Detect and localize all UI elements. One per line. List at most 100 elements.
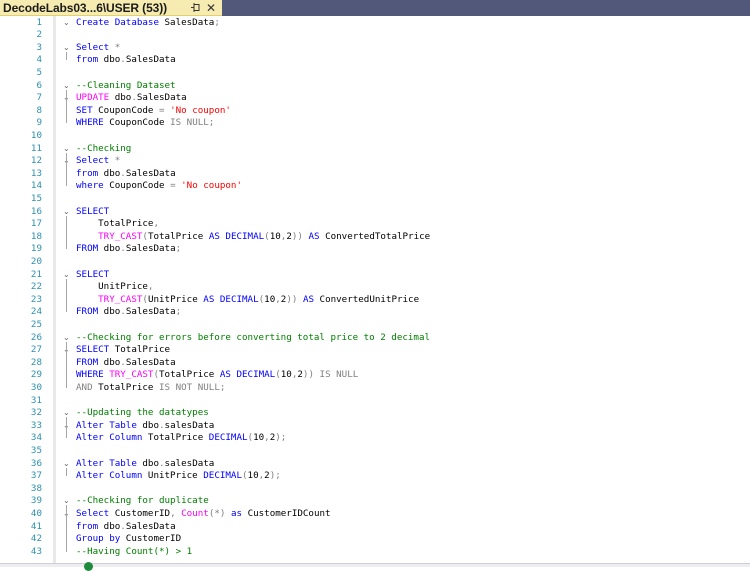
close-icon[interactable]: ✕ <box>206 0 216 16</box>
line-number: 25 <box>30 318 42 330</box>
code-text: UPDATE dbo.SalesData <box>76 92 187 104</box>
code-line[interactable]: 4 from dbo.SalesData <box>0 54 750 67</box>
collapse-icon[interactable]: ⌄ <box>63 509 71 518</box>
code-line[interactable]: 29 WHERE TRY_CAST(TotalPrice AS DECIMAL(1… <box>0 369 750 382</box>
document-tab-strip: DecodeLabs03...6\USER (53)) ✕ <box>0 0 750 16</box>
collapse-icon[interactable]: ⌄ <box>63 270 71 279</box>
code-line[interactable]: 1 ⌄ Create Database SalesData; <box>0 17 750 30</box>
query-editor[interactable]: 1 ⌄ Create Database SalesData; 2 3 ⌄ Select * 4… <box>0 16 750 563</box>
line-number: 13 <box>30 167 42 179</box>
code-line[interactable]: 41 from dbo.SalesData <box>0 521 750 534</box>
collapse-icon[interactable]: ⌄ <box>63 497 71 505</box>
collapse-icon[interactable]: ⌄ <box>63 333 71 342</box>
code-line[interactable]: 14 where CouponCode = 'No coupon' <box>0 180 750 193</box>
code-line[interactable]: 7 ⌄ UPDATE dbo.SalesData <box>0 92 750 105</box>
collapse-icon[interactable]: ⌄ <box>63 18 71 27</box>
line-number: 19 <box>30 243 42 255</box>
code-line[interactable]: 34 Alter Column TotalPrice DECIMAL(10,2); <box>0 432 750 445</box>
code-line[interactable]: 30 AND TotalPrice IS NOT NULL; <box>0 382 750 395</box>
line-number: 14 <box>30 180 42 192</box>
code-text: Select * <box>76 41 121 53</box>
code-line[interactable]: 28 FROM dbo.SalesData <box>0 357 750 370</box>
code-text: Select * <box>76 155 121 167</box>
collapse-icon[interactable]: ⌄ <box>63 346 71 354</box>
code-line[interactable]: 10 <box>0 130 750 143</box>
collapse-icon[interactable]: ⌄ <box>63 144 71 153</box>
code-line[interactable]: 21 ⌄ SELECT <box>0 269 750 282</box>
pin-icon[interactable] <box>190 1 201 14</box>
code-line[interactable]: 31 <box>0 395 750 408</box>
line-number: 42 <box>30 533 42 545</box>
line-number: 22 <box>30 281 42 293</box>
code-text: TRY_CAST(UnitPrice AS DECIMAL(10,2)) AS … <box>98 293 420 305</box>
code-line[interactable]: 22 UnitPrice, <box>0 281 750 294</box>
tab-title: DecodeLabs03...6\USER (53)) <box>3 0 168 15</box>
code-line[interactable]: 15 <box>0 193 750 206</box>
code-line[interactable]: 24 FROM dbo.SalesData; <box>0 306 750 319</box>
code-text: AND TotalPrice IS NOT NULL; <box>76 381 226 393</box>
code-text: SELECT <box>76 268 110 280</box>
code-line[interactable]: 36 ⌄ Alter Table dbo.salesData <box>0 458 750 471</box>
line-number: 41 <box>30 520 42 532</box>
code-line[interactable]: 26 ⌄ --Checking for errors before converti… <box>0 332 750 345</box>
code-line[interactable]: 27 ⌄ SELECT TotalPrice <box>0 344 750 357</box>
code-line[interactable]: 38 <box>0 483 750 496</box>
code-line[interactable]: 5 <box>0 67 750 80</box>
code-line[interactable]: 23 TRY_CAST(UnitPrice AS DECIMAL(10,2)) … <box>0 294 750 307</box>
collapse-icon[interactable]: ⌄ <box>63 43 71 52</box>
line-number: 27 <box>30 344 42 356</box>
line-number: 28 <box>30 356 42 368</box>
code-line[interactable]: 20 <box>0 256 750 269</box>
line-number: 6 <box>36 79 42 91</box>
code-text: FROM dbo.SalesData; <box>76 306 182 318</box>
code-line[interactable]: 11 ⌄ --Checking <box>0 143 750 156</box>
code-line[interactable]: 43 --Having Count(*) > 1 <box>0 546 750 559</box>
code-line[interactable]: 19 FROM dbo.SalesData; <box>0 243 750 256</box>
collapse-icon[interactable]: ⌄ <box>63 459 71 468</box>
line-number: 12 <box>30 155 42 167</box>
fold-guide <box>66 51 67 61</box>
code-text: --Having Count(*) > 1 <box>76 545 193 557</box>
fold-guide <box>66 278 67 313</box>
line-number: 38 <box>30 482 42 494</box>
line-number: 30 <box>30 381 42 393</box>
code-line[interactable]: 17 TotalPrice, <box>0 218 750 231</box>
code-line[interactable]: 35 <box>0 445 750 458</box>
code-line[interactable]: 33 ⌄ Alter Table dbo.salesData <box>0 420 750 433</box>
collapse-icon[interactable]: ⌄ <box>63 81 71 90</box>
code-line[interactable]: 2 <box>0 29 750 42</box>
code-line[interactable]: 13 from dbo.SalesData <box>0 168 750 181</box>
collapse-icon[interactable]: ⌄ <box>63 94 71 102</box>
code-line[interactable]: 37 Alter Column UnitPrice DECIMAL(10,2); <box>0 470 750 483</box>
line-number: 33 <box>30 419 42 431</box>
line-number: 17 <box>30 218 42 230</box>
code-line[interactable]: 18 TRY_CAST(TotalPrice AS DECIMAL(10,2))… <box>0 231 750 244</box>
code-text: SELECT <box>76 205 110 217</box>
collapse-icon[interactable]: ⌄ <box>63 409 71 417</box>
code-text: WHERE CouponCode IS NULL; <box>76 117 215 129</box>
code-text: --Checking for duplicate <box>76 495 209 507</box>
code-line[interactable]: 3 ⌄ Select * <box>0 42 750 55</box>
code-line[interactable]: 32 ⌄ --Updating the datatypes <box>0 407 750 420</box>
code-line[interactable]: 25 <box>0 319 750 332</box>
code-line[interactable]: 12 ⌄ Select * <box>0 155 750 168</box>
code-line[interactable]: 39 ⌄ --Checking for duplicate <box>0 495 750 508</box>
collapse-icon[interactable]: ⌄ <box>63 157 71 165</box>
code-line[interactable]: 42 Group by CustomerID <box>0 533 750 546</box>
line-number: 29 <box>30 369 42 381</box>
code-text: --Checking for errors before converting … <box>76 331 431 343</box>
line-number: 32 <box>30 407 42 419</box>
code-line[interactable]: 9 WHERE CouponCode IS NULL; <box>0 117 750 130</box>
code-text: Create Database SalesData; <box>76 16 220 28</box>
code-line[interactable]: 16 ⌄ SELECT <box>0 206 750 219</box>
collapse-icon[interactable]: ⌄ <box>63 207 71 216</box>
status-bar <box>0 562 750 571</box>
line-number: 26 <box>30 331 42 343</box>
collapse-icon[interactable]: ⌄ <box>63 421 71 430</box>
code-line[interactable]: 8 SET CouponCode = 'No coupon' <box>0 105 750 118</box>
code-text: --Updating the datatypes <box>76 407 209 419</box>
code-text: where CouponCode = 'No coupon' <box>76 180 242 192</box>
code-line[interactable]: 40 ⌄ Select CustomerID, Count(*) as Custom… <box>0 508 750 521</box>
code-line[interactable]: 6 ⌄ --Cleaning Dataset <box>0 80 750 93</box>
document-tab[interactable]: DecodeLabs03...6\USER (53)) ✕ <box>0 0 222 16</box>
